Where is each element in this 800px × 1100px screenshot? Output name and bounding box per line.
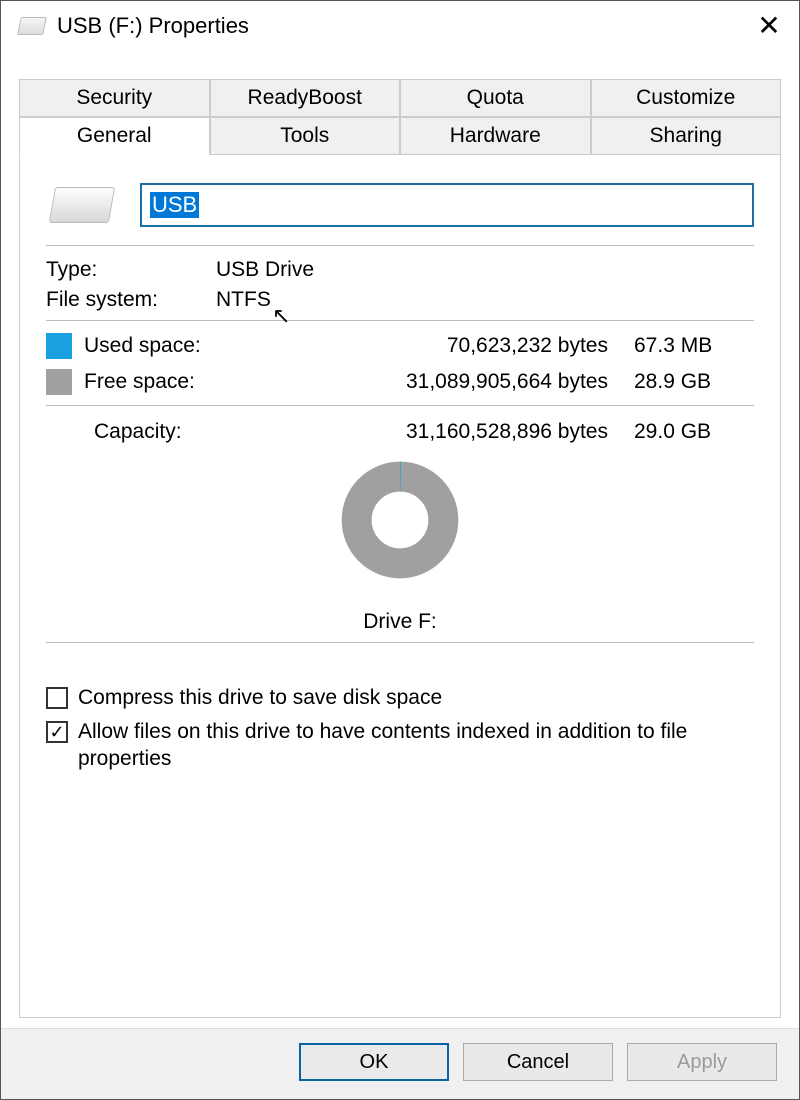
titlebar: USB (F:) Properties ✕ [1,1,799,55]
apply-button[interactable]: Apply [627,1043,777,1081]
donut-icon [330,450,470,590]
tab-customize[interactable]: Customize [591,79,782,117]
free-bytes: 31,089,905,664 bytes [364,370,624,394]
properties-window: USB (F:) Properties ✕ Security ReadyBoos… [0,0,800,1100]
tab-security[interactable]: Security [19,79,210,117]
dialog-buttons: OK Cancel Apply [1,1028,799,1099]
cancel-button[interactable]: Cancel [463,1043,613,1081]
used-label: Used space: [84,334,354,358]
general-panel: USB Type: USB Drive File system: NTFS ↖ … [19,155,781,1018]
capacity-label: Capacity: [94,420,354,444]
tab-tools[interactable]: Tools [210,117,401,155]
compress-checkbox[interactable] [46,687,68,709]
drive-header: USB [46,183,754,227]
close-icon[interactable]: ✕ [749,12,789,40]
type-label: Type: [46,258,216,282]
drive-letter-label: Drive F: [46,610,754,634]
type-value: USB Drive [216,258,754,282]
tab-quota[interactable]: Quota [400,79,591,117]
tab-row-1: Security ReadyBoost Quota Customize [19,79,781,117]
volume-label-value: USB [150,192,199,218]
tab-row-2: General Tools Hardware Sharing [19,117,781,155]
window-title: USB (F:) Properties [57,13,749,39]
separator [46,642,754,643]
used-space-row: Used space: 70,623,232 bytes 67.3 MB [46,333,754,359]
used-swatch-icon [46,333,72,359]
ok-button[interactable]: OK [299,1043,449,1081]
tabs: Security ReadyBoost Quota Customize Gene… [1,55,799,155]
index-checkbox[interactable] [46,721,68,743]
tab-hardware[interactable]: Hardware [400,117,591,155]
capacity-human: 29.0 GB [634,420,754,444]
separator [46,245,754,246]
tab-general[interactable]: General [19,117,210,155]
free-swatch-icon [46,369,72,395]
used-bytes: 70,623,232 bytes [364,334,624,358]
tab-readyboost[interactable]: ReadyBoost [210,79,401,117]
free-label: Free space: [84,370,354,394]
compress-option[interactable]: Compress this drive to save disk space [46,685,754,711]
index-label: Allow files on this drive to have conten… [78,719,754,772]
separator [46,320,754,321]
used-human: 67.3 MB [634,334,754,358]
compress-label: Compress this drive to save disk space [78,685,442,711]
volume-label-input[interactable]: USB [140,183,754,227]
free-human: 28.9 GB [634,370,754,394]
filesystem-row: File system: NTFS [46,288,754,312]
drive-icon [17,17,47,35]
filesystem-value: NTFS [216,288,754,312]
tab-sharing[interactable]: Sharing [591,117,782,155]
drive-large-icon [49,187,115,223]
index-option[interactable]: Allow files on this drive to have conten… [46,719,754,772]
free-space-row: Free space: 31,089,905,664 bytes 28.9 GB [46,369,754,395]
usage-chart [46,450,754,596]
filesystem-label: File system: [46,288,216,312]
capacity-bytes: 31,160,528,896 bytes [364,420,624,444]
capacity-row: Capacity: 31,160,528,896 bytes 29.0 GB [46,420,754,444]
separator [46,405,754,406]
type-row: Type: USB Drive [46,258,754,282]
